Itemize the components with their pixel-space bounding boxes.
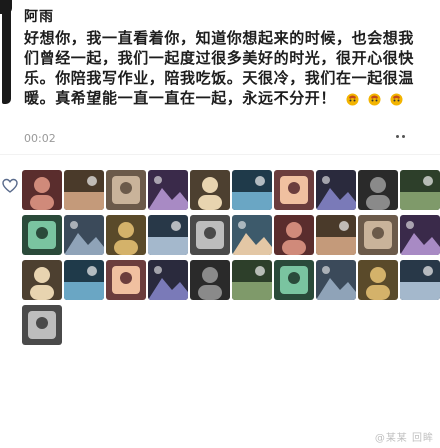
liker-avatar[interactable] xyxy=(22,305,62,345)
emoji-icon xyxy=(368,91,381,106)
liker-avatar[interactable] xyxy=(400,215,440,255)
watermark: @某某 回眸 xyxy=(374,433,434,444)
liker-avatar[interactable] xyxy=(148,170,188,210)
liker-avatar[interactable] xyxy=(22,215,62,255)
liker-avatar[interactable] xyxy=(190,215,230,255)
author-name[interactable]: 阿雨 xyxy=(24,6,54,26)
post-body: 好想你，我一直看着你，知道你想起来的时候，也会想我们曾经一起，我们一起度过很多美… xyxy=(24,28,422,111)
post-time: 00:02 xyxy=(24,132,56,145)
liker-avatar[interactable] xyxy=(274,215,314,255)
liker-avatar[interactable] xyxy=(232,170,272,210)
dot-icon xyxy=(396,135,399,138)
liker-avatar[interactable] xyxy=(190,170,230,210)
liker-avatar[interactable] xyxy=(22,260,62,300)
liker-avatar[interactable] xyxy=(64,260,104,300)
liker-avatar[interactable] xyxy=(400,260,440,300)
liker-avatar[interactable] xyxy=(148,215,188,255)
liker-avatar[interactable] xyxy=(64,170,104,210)
liker-avatar[interactable] xyxy=(106,170,146,210)
liker-avatar[interactable] xyxy=(358,170,398,210)
heart-outline-icon xyxy=(2,178,18,193)
liker-avatar-grid xyxy=(22,170,440,440)
moment-post: 阿雨 好想你，我一直看着你，知道你想起来的时候，也会想我们曾经一起，我们一起度过… xyxy=(0,0,440,448)
liker-avatar[interactable] xyxy=(358,215,398,255)
liker-avatar[interactable] xyxy=(106,215,146,255)
liker-avatar[interactable] xyxy=(148,260,188,300)
liker-avatar[interactable] xyxy=(190,260,230,300)
liker-avatar[interactable] xyxy=(358,260,398,300)
liker-avatar[interactable] xyxy=(64,215,104,255)
liker-avatar[interactable] xyxy=(106,260,146,300)
liker-avatar[interactable] xyxy=(400,170,440,210)
liker-avatar[interactable] xyxy=(316,215,356,255)
liker-avatar[interactable] xyxy=(316,170,356,210)
divider xyxy=(0,154,440,155)
liker-avatar[interactable] xyxy=(232,260,272,300)
liker-avatar[interactable] xyxy=(316,260,356,300)
author-avatar[interactable] xyxy=(0,0,12,104)
more-options-button[interactable] xyxy=(396,135,405,138)
liker-avatar[interactable] xyxy=(274,260,314,300)
liker-avatar[interactable] xyxy=(232,215,272,255)
dot-icon xyxy=(402,135,405,138)
liker-avatar[interactable] xyxy=(274,170,314,210)
liker-avatar[interactable] xyxy=(22,170,62,210)
emoji-group xyxy=(346,91,406,111)
emoji-icon xyxy=(346,91,359,106)
emoji-icon xyxy=(390,91,403,106)
